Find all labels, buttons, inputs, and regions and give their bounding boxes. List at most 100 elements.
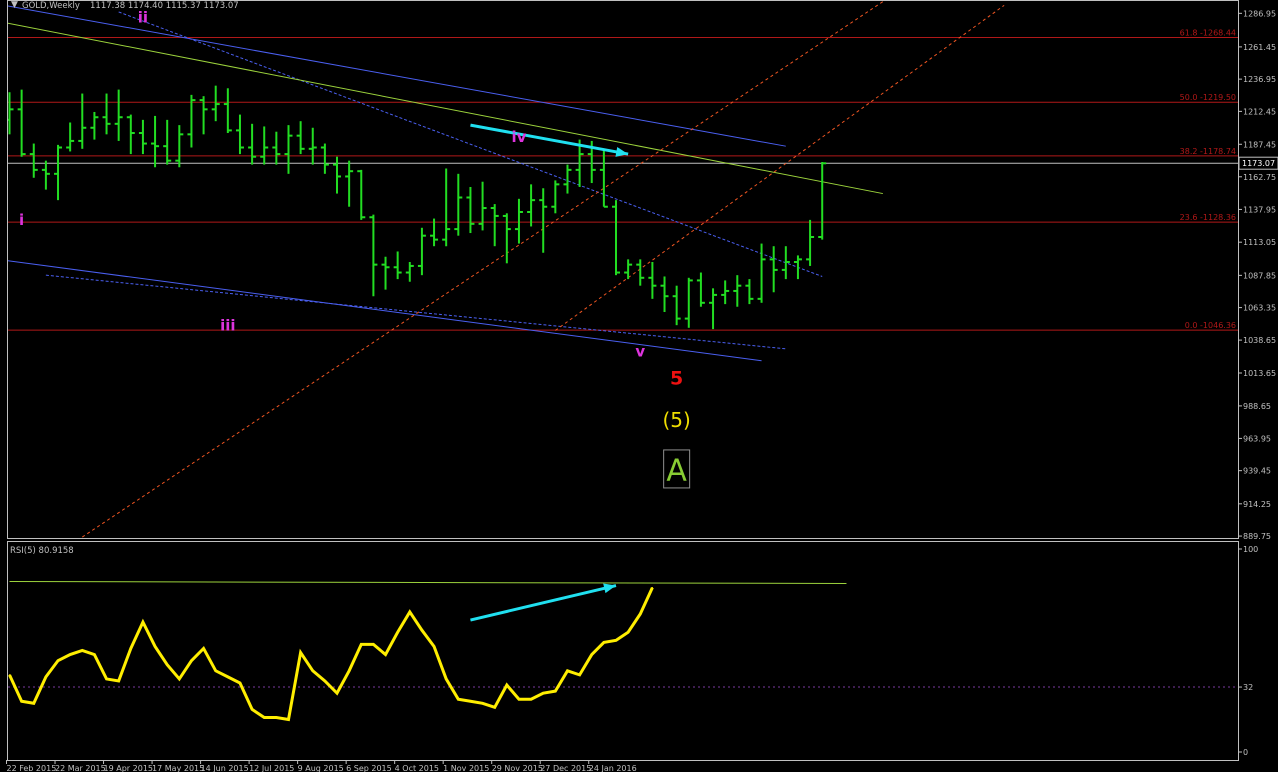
wave-label: iv (511, 128, 526, 146)
rsi-point (33, 702, 35, 704)
rsi-point (579, 674, 581, 676)
rsi-point (603, 641, 605, 643)
rsi-point (81, 649, 83, 652)
price-tick-label: 939.45 (1243, 467, 1271, 476)
time-tick-label: 1 Nov 2015 (443, 764, 489, 772)
rsi-point (178, 678, 180, 680)
rsi-tick-label: 0 (1243, 748, 1248, 757)
rsi-point (542, 692, 544, 694)
time-tick-label: 27 Dec 2015 (540, 764, 591, 772)
ohlc-readout: 1117.38 1174.40 1115.37 1173.07 (90, 1, 239, 11)
price-tick-label: 1286.95 (1243, 9, 1276, 18)
rsi-point (21, 700, 23, 702)
fib-level-label: 0.0 -1046.36 (1185, 321, 1236, 330)
time-tick-label: 14 Jun 2015 (201, 764, 249, 772)
chart-window[interactable]: 61.8 -1268.44 50.0 -1219.50 38.2 -1178.74 2… (0, 0, 1278, 772)
rsi-point (142, 621, 144, 623)
rsi-point (397, 631, 399, 633)
rsi-point (409, 611, 411, 613)
fib-level-label: 23.6 -1128.36 (1180, 213, 1236, 222)
fib-level-label: 38.2 -1178.74 (1180, 147, 1236, 156)
rsi-point (57, 660, 59, 662)
rsi-point (287, 718, 290, 721)
rsi-point (433, 645, 435, 648)
triangle-down-icon[interactable]: ▼ (11, 0, 18, 10)
rsi-point (251, 708, 253, 710)
time-tick-label: 6 Sep 2015 (346, 764, 392, 772)
rsi-point (324, 680, 326, 682)
rsi-point (591, 653, 593, 656)
rsi-point (615, 639, 617, 641)
rsi-panel-frame (7, 541, 1239, 761)
price-tick-label: 1212.45 (1243, 107, 1276, 116)
rsi-point (506, 684, 508, 686)
rsi-point (93, 653, 96, 656)
fib-level-label: 50.0 -1219.50 (1180, 93, 1236, 102)
price-tick-label: 1236.95 (1243, 75, 1276, 84)
rsi-point (554, 690, 556, 692)
rsi-point (384, 653, 387, 656)
time-tick-label: 4 Oct 2015 (395, 764, 439, 772)
price-axis: 1286.95 1261.45 1236.95 1212.45 1187.45 1162.… (1238, 9, 1278, 757)
rsi-point (360, 643, 362, 646)
rsi-point (215, 670, 217, 672)
rsi-point (481, 702, 484, 704)
rsi-point (239, 682, 241, 684)
time-tick-label: 29 Nov 2015 (492, 764, 543, 772)
rsi-point (166, 664, 168, 666)
rsi-tick-label: 32 (1243, 683, 1253, 692)
rsi-point (263, 716, 265, 719)
price-tick-label: 914.25 (1243, 500, 1271, 509)
rsi-point (118, 680, 120, 682)
rsi-point (494, 706, 496, 708)
time-tick-label: 12 Jul 2015 (249, 764, 294, 772)
time-tick-label: 24 Jan 2016 (589, 764, 637, 772)
fib-level-label: 61.8 -1268.44 (1180, 28, 1236, 37)
rsi-point (45, 676, 47, 678)
price-tick-label: 889.75 (1243, 532, 1271, 541)
rsi-point (227, 676, 229, 678)
wave-label: v (635, 343, 645, 361)
time-tick-label: 17 May 2015 (152, 764, 204, 772)
rsi-point (8, 674, 11, 676)
rsi-point (190, 660, 193, 662)
rsi-point (530, 698, 532, 700)
rsi-point (639, 613, 641, 615)
rsi-point (469, 700, 472, 702)
rsi-point (154, 645, 156, 648)
rsi-point (130, 647, 132, 650)
rsi-point (105, 678, 108, 680)
rsi-point (627, 631, 629, 633)
price-tick-label: 1087.85 (1243, 271, 1276, 280)
rsi-point (518, 698, 520, 700)
rsi-header-label: RSI(5) 80.9158 (10, 546, 74, 556)
main-chart-frame (7, 0, 1239, 539)
wave-label: (5) (662, 408, 690, 432)
wave-label: iii (220, 316, 235, 334)
price-tick-label: 963.95 (1243, 434, 1271, 443)
rsi-point (566, 670, 569, 672)
price-tick-label: 1113.05 (1243, 238, 1276, 247)
symbol-label: GOLD,Weekly (22, 1, 80, 11)
time-tick-label: 22 Mar 2015 (55, 764, 106, 772)
price-tick-label: 988.65 (1243, 402, 1271, 411)
price-tick-label: 1063.35 (1243, 304, 1276, 313)
rsi-point (69, 653, 71, 656)
rsi-point (445, 678, 447, 680)
wave-label: i (19, 211, 24, 229)
time-tick-label: 19 Apr 2015 (104, 764, 153, 772)
price-tick-label: 1261.45 (1243, 43, 1276, 52)
rsi-point (312, 670, 314, 672)
wave-label: A (666, 453, 687, 488)
price-tick-label: 1162.75 (1243, 173, 1276, 182)
time-tick-label: 22 Feb 2015 (7, 764, 57, 772)
time-axis: 22 Feb 201522 Mar 201519 Apr 2015 17 May … (6, 760, 637, 772)
last-price-label: 1173.07 (1242, 159, 1275, 168)
rsi-point (348, 670, 350, 672)
rsi-point (372, 643, 374, 646)
rsi-point (651, 586, 653, 589)
rsi-point (421, 629, 423, 631)
rsi-point (275, 716, 277, 719)
time-tick-label: 9 Aug 2015 (298, 764, 344, 772)
price-tick-label: 1013.65 (1243, 369, 1276, 378)
